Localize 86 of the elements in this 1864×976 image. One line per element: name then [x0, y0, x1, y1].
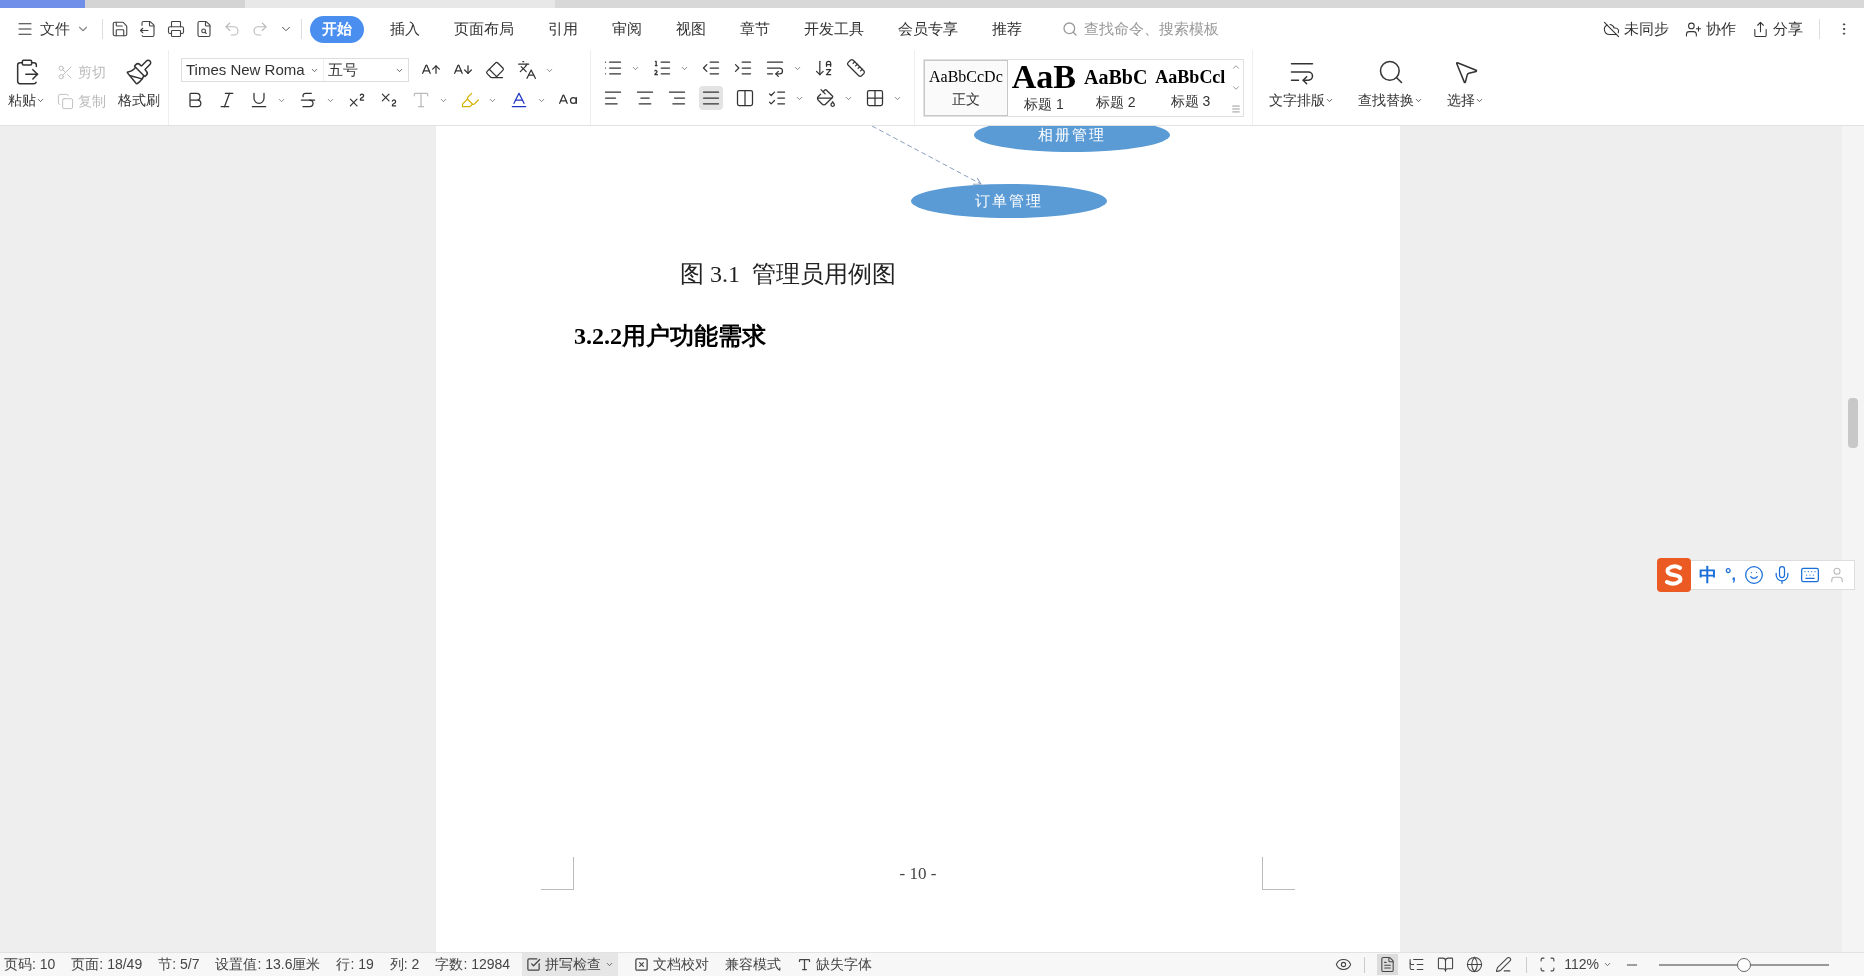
- margin-corner-mark: [1262, 857, 1295, 890]
- ribbon-tab[interactable]: 审阅: [604, 15, 650, 43]
- figure-caption: 图 3.1 管理员用例图: [680, 260, 897, 289]
- person-plus-icon: [1685, 20, 1702, 38]
- share-icon: [1752, 20, 1769, 38]
- zoom-dropdown[interactable]: 112%: [1564, 954, 1612, 975]
- format-painter-button[interactable]: 格式刷: [118, 58, 160, 111]
- paste-button[interactable]: 粘贴: [8, 58, 45, 111]
- style-preset[interactable]: AaBbC 标题 2: [1080, 59, 1152, 116]
- numbered-list-icon[interactable]: [652, 58, 672, 78]
- page-number: - 10 -: [899, 863, 937, 885]
- export-icon[interactable]: [139, 20, 157, 38]
- toolbar-action[interactable]: 协作: [1685, 17, 1736, 41]
- sort-icon[interactable]: [814, 58, 834, 78]
- status-item: 页面: 18/49: [71, 955, 143, 974]
- spell-check-button[interactable]: 拼写检查: [522, 953, 619, 976]
- margin-corner-mark: [541, 857, 574, 890]
- caret-icon: [1414, 96, 1424, 105]
- status-item: 设置值: 13.6厘米: [215, 955, 321, 974]
- print-preview-icon[interactable]: [195, 20, 213, 38]
- distribute-icon[interactable]: [735, 88, 755, 108]
- style-preset[interactable]: AaBbCcDc 正文: [924, 59, 1008, 116]
- shading-icon[interactable]: [816, 88, 836, 108]
- font-name-dropdown[interactable]: Times New Roma: [182, 59, 324, 81]
- emoji-icon[interactable]: [1743, 565, 1764, 585]
- scissors-icon: [57, 64, 74, 81]
- ribbon-tab[interactable]: 推荐: [984, 15, 1030, 43]
- style-preset[interactable]: AaBbCcl 标题 3: [1151, 59, 1230, 116]
- save-icon[interactable]: [111, 20, 129, 38]
- eraser-icon[interactable]: [485, 60, 505, 80]
- borders-icon[interactable]: [865, 88, 885, 108]
- checkbox[interactable]: [526, 957, 542, 972]
- use-case-node: 相册管理: [974, 126, 1170, 152]
- file-menu[interactable]: 文件: [12, 17, 94, 41]
- status-item: 节: 5/7: [158, 955, 200, 974]
- font-icon: [797, 957, 813, 972]
- section-heading: 3.2.2用户功能需求: [574, 322, 767, 351]
- justify-button[interactable]: [699, 86, 723, 110]
- cloud-icon: [1603, 20, 1620, 38]
- copy-icon: [57, 93, 74, 110]
- ribbon-tab[interactable]: 章节: [732, 15, 778, 43]
- status-item: 字数: 12984: [435, 955, 511, 974]
- ribbon-tab[interactable]: 页面布局: [446, 15, 522, 43]
- underline-icon[interactable]: [249, 90, 269, 110]
- search-field[interactable]: 查找命令、搜索模板: [1084, 17, 1254, 41]
- ime-mode[interactable]: 中: [1699, 561, 1717, 589]
- status-item: 行: 19: [336, 955, 374, 974]
- phonetic-icon[interactable]: [517, 60, 537, 80]
- caret-icon: [605, 960, 615, 969]
- select-button[interactable]: 选择: [1447, 58, 1485, 111]
- text-layout-button[interactable]: 文字排版: [1269, 58, 1335, 111]
- toolbar-action[interactable]: 分享: [1752, 17, 1803, 41]
- caret-icon: [1475, 96, 1485, 105]
- ribbon-tab[interactable]: 视图: [668, 15, 714, 43]
- proofread-button[interactable]: 文档校对: [634, 954, 710, 975]
- eye-icon[interactable]: [1335, 956, 1353, 973]
- missing-fonts-button[interactable]: 缺失字体: [797, 954, 873, 975]
- style-preset[interactable]: AaB 标题 1: [1007, 59, 1080, 116]
- compat-mode-label: 兼容模式: [725, 955, 782, 974]
- use-case-node: 订单管理: [911, 184, 1107, 218]
- caret-icon: [36, 96, 45, 105]
- ribbon-tab[interactable]: 引用: [540, 15, 586, 43]
- font-color-icon[interactable]: [509, 90, 529, 110]
- page-view-icon[interactable]: [1377, 954, 1399, 975]
- status-item: 页码: 10: [4, 955, 56, 974]
- ribbon-tab[interactable]: 插入: [382, 15, 428, 43]
- menu-icon: [16, 20, 34, 38]
- caret-icon: [1325, 96, 1335, 105]
- proofread-icon: [634, 957, 650, 972]
- status-item: 列: 2: [389, 955, 420, 974]
- fit-page-icon[interactable]: [1539, 956, 1557, 973]
- punctuation-mode[interactable]: °,: [1725, 563, 1736, 587]
- ribbon-tab[interactable]: 会员专享: [890, 15, 966, 43]
- caret-icon: [1603, 960, 1612, 969]
- paintbrush-icon: [125, 58, 153, 86]
- zoom-slider-thumb[interactable]: [1737, 957, 1751, 972]
- keyboard-icon[interactable]: [1799, 565, 1820, 585]
- toolbar-action[interactable]: 未同步: [1603, 17, 1669, 41]
- find-replace-button[interactable]: 查找替换: [1358, 58, 1424, 111]
- search-icon: [1062, 21, 1078, 37]
- ribbon-tab[interactable]: 开发工具: [796, 15, 872, 43]
- font-size-dropdown[interactable]: 五号: [324, 59, 408, 81]
- vertical-scrollbar[interactable]: [1842, 126, 1864, 952]
- ruler-icon[interactable]: [846, 58, 866, 78]
- printer-icon[interactable]: [167, 20, 185, 38]
- strikethrough-icon[interactable]: [298, 90, 318, 110]
